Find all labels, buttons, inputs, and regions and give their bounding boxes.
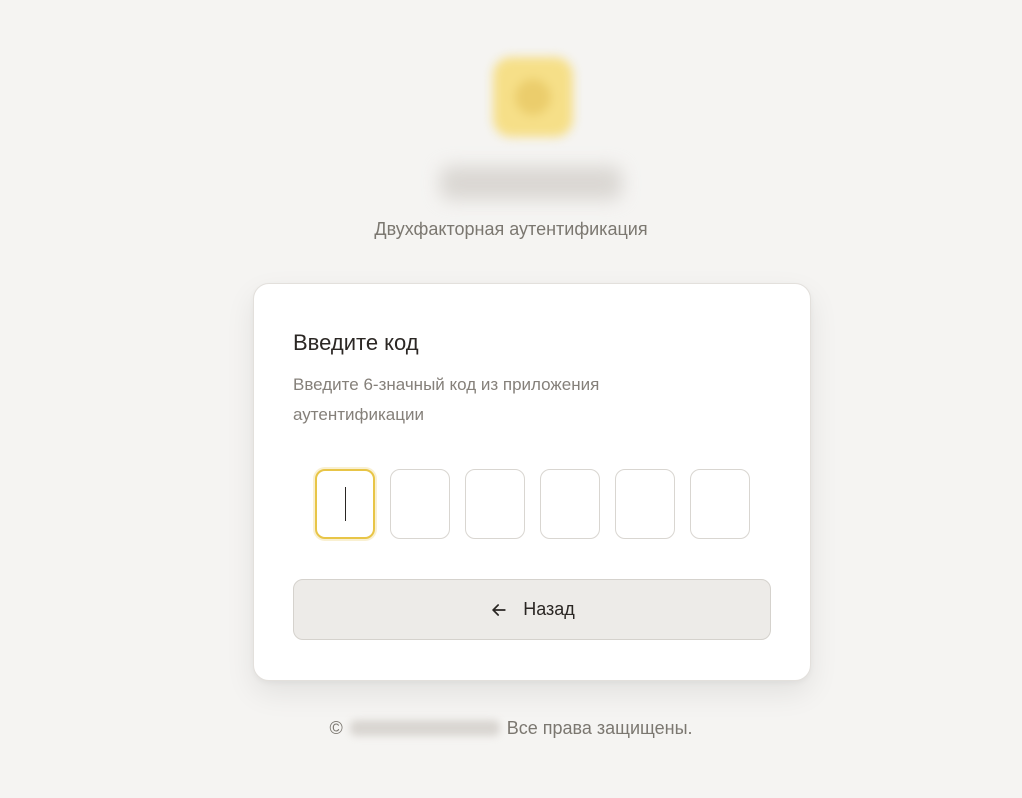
otp-input-3[interactable] bbox=[464, 469, 525, 539]
otp-input-4[interactable] bbox=[539, 469, 600, 539]
login-2fa-page: { "theme": { "background": "#f5f4f2", "a… bbox=[0, 0, 1022, 798]
back-button-label: Назад bbox=[523, 599, 575, 619]
logo-mark-icon bbox=[515, 79, 551, 115]
arrow-left-icon bbox=[489, 600, 509, 620]
card-title: Введите код bbox=[293, 330, 419, 355]
otp-input-6[interactable] bbox=[689, 469, 750, 539]
text-caret bbox=[344, 487, 346, 521]
otp-input-2[interactable] bbox=[389, 469, 450, 539]
footer: © Все права защищены. bbox=[0, 716, 1022, 740]
brand-logo-icon bbox=[493, 57, 573, 137]
copyright-symbol: © bbox=[329, 718, 343, 738]
page-subtitle: Двухфакторная аутентификация bbox=[374, 219, 648, 239]
footer-rights-text: Все права защищены. bbox=[506, 718, 693, 738]
brand-name-redacted bbox=[440, 166, 622, 200]
back-button[interactable]: Назад bbox=[293, 579, 771, 640]
footer-redacted-text bbox=[349, 720, 500, 736]
otp-input-group bbox=[314, 469, 750, 539]
card-description: Введите 6-значный код из приложения ауте… bbox=[293, 375, 600, 424]
auth-card: Введите код Введите 6-значный код из при… bbox=[253, 283, 811, 681]
otp-input-5[interactable] bbox=[614, 469, 675, 539]
